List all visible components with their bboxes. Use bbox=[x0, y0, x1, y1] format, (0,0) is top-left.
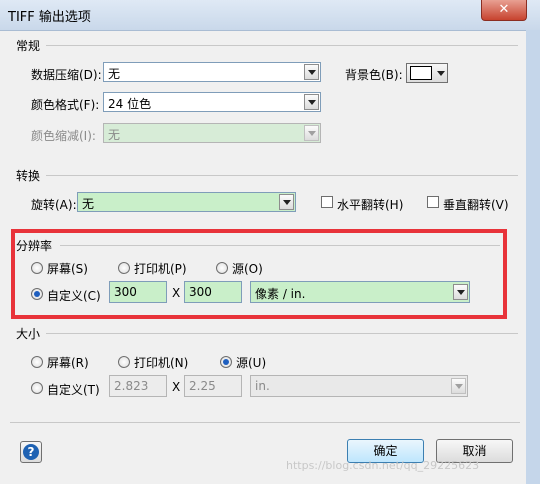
size-width-input[interactable]: 2.823 bbox=[109, 375, 167, 397]
window-title: TIFF 输出选项 bbox=[8, 10, 91, 25]
watermark-text: https://blog.csdn.net/qq_29225623 bbox=[286, 459, 480, 472]
compression-value: 无 bbox=[108, 67, 121, 81]
size-x-label: X bbox=[172, 380, 181, 394]
size-unit-select[interactable]: in. bbox=[250, 375, 468, 397]
color-format-label: 颜色格式(F): bbox=[31, 98, 100, 112]
chevron-down-icon[interactable] bbox=[279, 194, 294, 210]
chevron-down-icon bbox=[437, 71, 445, 76]
help-icon: ? bbox=[23, 444, 39, 460]
title-bar: TIFF 输出选项 ✕ bbox=[0, 0, 540, 31]
background-color-picker[interactable] bbox=[406, 63, 448, 83]
flip-vertical-checkbox[interactable] bbox=[427, 196, 439, 208]
size-custom-radio[interactable] bbox=[31, 382, 43, 394]
group-transform-label: 转换 bbox=[16, 169, 41, 183]
flip-vertical-label[interactable]: 垂直翻转(V) bbox=[443, 196, 509, 213]
group-transform-divider bbox=[46, 175, 518, 176]
size-printer-label[interactable]: 打印机(N) bbox=[134, 354, 188, 371]
compression-label: 数据压缩(D): bbox=[31, 68, 102, 82]
flip-horizontal-label[interactable]: 水平翻转(H) bbox=[337, 196, 403, 213]
size-source-radio[interactable] bbox=[220, 356, 232, 368]
chevron-down-icon[interactable] bbox=[304, 64, 319, 80]
color-format-select[interactable]: 24 位色 bbox=[103, 92, 321, 112]
size-width-value: 2.823 bbox=[114, 379, 149, 393]
size-source-label[interactable]: 源(U) bbox=[236, 354, 266, 371]
footer-divider bbox=[10, 422, 520, 423]
size-screen-label[interactable]: 屏幕(R) bbox=[47, 354, 89, 371]
compression-select[interactable]: 无 bbox=[103, 62, 321, 82]
size-custom-label[interactable]: 自定义(T) bbox=[47, 381, 100, 398]
color-reduction-value: 无 bbox=[108, 128, 121, 142]
group-general-divider bbox=[46, 45, 518, 46]
size-height-value: 2.25 bbox=[189, 379, 216, 393]
background-color-label: 背景色(B): bbox=[345, 68, 403, 82]
chevron-down-icon[interactable] bbox=[304, 125, 319, 141]
group-general-label: 常规 bbox=[16, 39, 41, 53]
chevron-down-icon[interactable] bbox=[451, 378, 466, 394]
color-format-value: 24 位色 bbox=[108, 97, 152, 111]
close-button[interactable]: ✕ bbox=[481, 0, 527, 21]
color-reduction-select[interactable]: 无 bbox=[103, 123, 321, 143]
color-reduction-label: 颜色缩减(I): bbox=[31, 129, 96, 143]
group-size-label: 大小 bbox=[16, 327, 41, 341]
chevron-down-icon[interactable] bbox=[304, 94, 319, 110]
size-height-input[interactable]: 2.25 bbox=[184, 375, 242, 397]
window-border bbox=[526, 30, 540, 484]
rotation-label: 旋转(A): bbox=[31, 198, 77, 212]
flip-horizontal-checkbox[interactable] bbox=[321, 196, 333, 208]
rotation-value: 无 bbox=[82, 197, 95, 211]
group-size-divider bbox=[46, 333, 518, 334]
help-button[interactable]: ? bbox=[20, 441, 42, 463]
size-screen-radio[interactable] bbox=[31, 356, 43, 368]
tiff-output-options-dialog: TIFF 输出选项 ✕ 常规 数据压缩(D): 无 背景色(B): 颜色格式(F… bbox=[0, 0, 540, 484]
close-icon: ✕ bbox=[498, 2, 510, 17]
annotation-highlight-box bbox=[11, 229, 507, 319]
color-swatch bbox=[410, 66, 432, 80]
size-unit-value: in. bbox=[255, 379, 270, 393]
rotation-select[interactable]: 无 bbox=[77, 192, 296, 212]
size-printer-radio[interactable] bbox=[118, 356, 130, 368]
